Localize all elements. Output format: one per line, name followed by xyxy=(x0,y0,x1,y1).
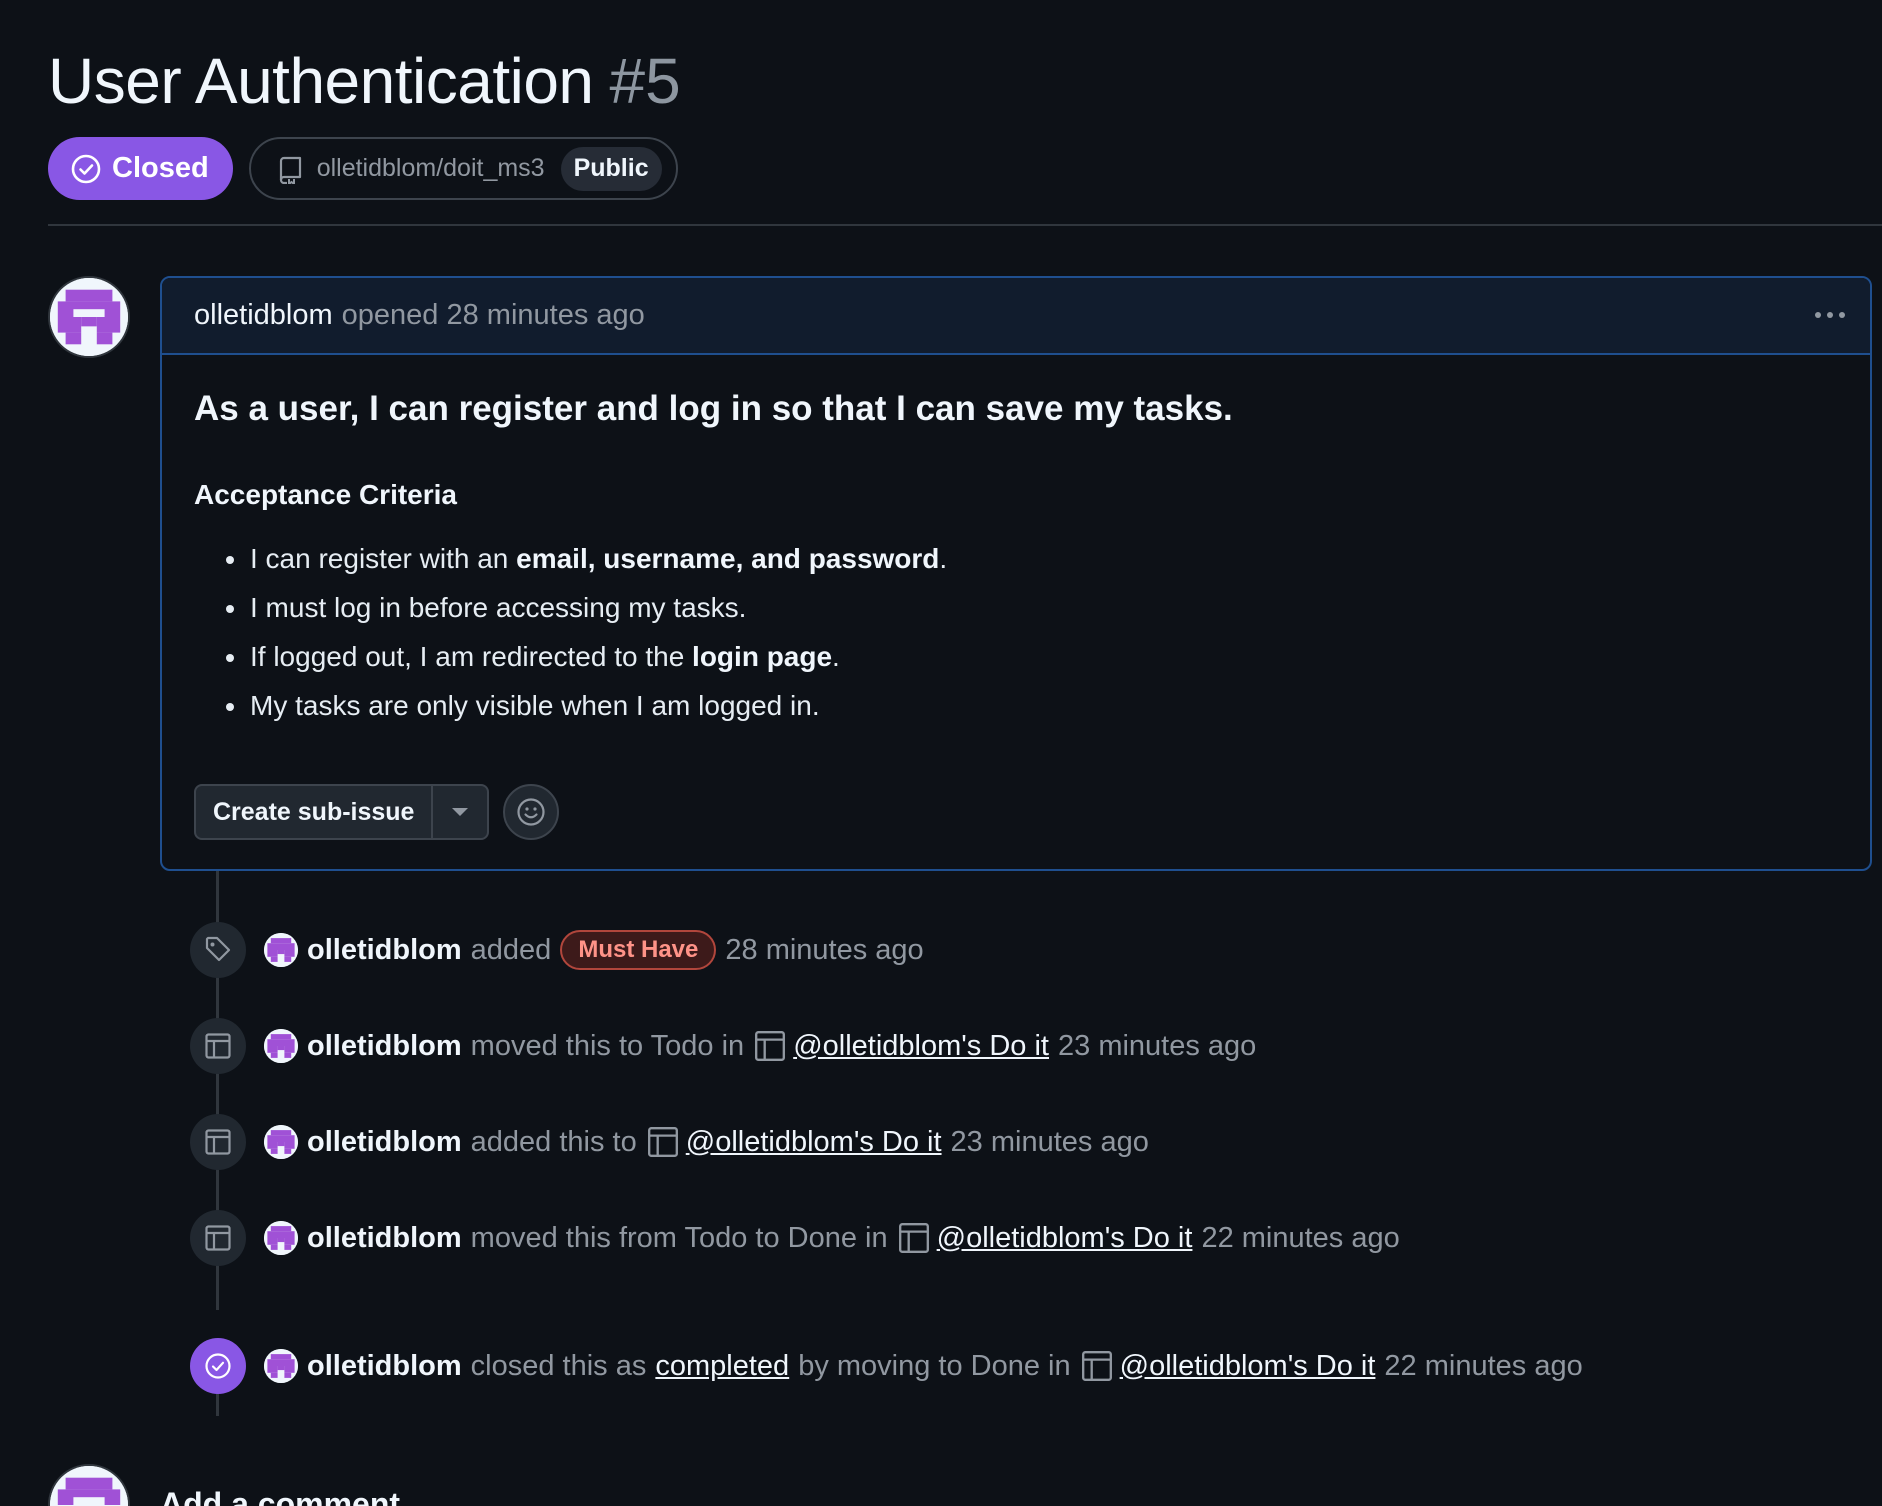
state-badge: Closed xyxy=(48,137,233,200)
completed-link[interactable]: completed xyxy=(655,1350,789,1383)
avatar[interactable] xyxy=(264,1125,298,1159)
avatar[interactable] xyxy=(264,1221,298,1255)
project-icon xyxy=(190,1114,246,1170)
list-item: I can register with an email, username, … xyxy=(194,534,1838,583)
more-options-icon[interactable] xyxy=(1810,300,1850,330)
identicon-icon xyxy=(50,1466,128,1506)
timeline-event-label: olletidblom added Must Have 28 minutes a… xyxy=(190,922,924,978)
avatar[interactable] xyxy=(264,1029,298,1063)
avatar[interactable] xyxy=(48,276,130,358)
criteria-heading: Acceptance Criteria xyxy=(194,479,458,510)
smiley-icon xyxy=(517,798,546,826)
project-link[interactable]: @olletidblom's Do it xyxy=(793,1030,1049,1063)
identicon-icon xyxy=(50,278,128,356)
event-time[interactable]: 22 minutes ago xyxy=(1201,1222,1399,1255)
check-circle-icon xyxy=(71,154,101,183)
header-divider xyxy=(48,224,1882,226)
timeline-event-project: olletidblom added this to @olletidblom's… xyxy=(190,1114,1149,1170)
timeline-event-project: olletidblom moved this to Todo in @ollet… xyxy=(190,1018,1256,1074)
event-time[interactable]: 22 minutes ago xyxy=(1384,1350,1582,1383)
event-author[interactable]: olletidblom xyxy=(307,1126,462,1159)
issue-description-comment: olletidblom opened 28 minutes ago As a u… xyxy=(160,276,1872,871)
list-item: If logged out, I am redirected to the lo… xyxy=(194,632,1838,681)
event-text: moved this from Todo to Done in xyxy=(470,1221,888,1254)
add-reaction-button[interactable] xyxy=(503,784,560,840)
project-icon xyxy=(898,1223,929,1253)
avatar[interactable] xyxy=(264,933,298,967)
event-author[interactable]: olletidblom xyxy=(307,1350,462,1383)
project-icon xyxy=(190,1018,246,1074)
issue-title: User Authentication xyxy=(48,45,594,117)
issue-number: #5 xyxy=(609,45,681,117)
event-time[interactable]: 28 minutes ago xyxy=(725,934,923,967)
repo-icon xyxy=(279,156,301,184)
tag-icon xyxy=(190,922,246,978)
comment-author[interactable]: olletidblom xyxy=(194,299,333,332)
story-heading: As a user, I can register and log in so … xyxy=(194,389,1233,428)
issue-page: User Authentication #5 Closed olletidblo… xyxy=(0,0,1882,1506)
event-text: moved this to Todo in xyxy=(470,1029,745,1062)
event-time[interactable]: 23 minutes ago xyxy=(1058,1030,1256,1063)
create-sub-issue-split-button: Create sub-issue xyxy=(194,784,490,840)
list-item: My tasks are only visible when I am logg… xyxy=(194,681,1838,730)
event-author[interactable]: olletidblom xyxy=(307,1222,462,1255)
event-text: by moving to Done in xyxy=(798,1349,1071,1382)
visibility-badge: Public xyxy=(560,146,662,191)
issue-header: User Authentication #5 xyxy=(48,44,681,118)
project-link[interactable]: @olletidblom's Do it xyxy=(937,1222,1193,1255)
add-comment-heading: Add a comment xyxy=(160,1486,401,1506)
event-time[interactable]: 23 minutes ago xyxy=(951,1126,1149,1159)
project-icon xyxy=(1081,1351,1112,1381)
timeline-event-closed: olletidblom closed this as completed by … xyxy=(190,1338,1583,1394)
project-icon xyxy=(190,1210,246,1266)
avatar xyxy=(48,1464,130,1506)
chevron-down-icon[interactable] xyxy=(433,786,487,838)
event-text: closed this as xyxy=(470,1349,647,1382)
criteria-list: I can register with an email, username, … xyxy=(194,534,1838,730)
avatar[interactable] xyxy=(264,1349,298,1383)
project-link[interactable]: @olletidblom's Do it xyxy=(1120,1350,1376,1383)
create-sub-issue-button[interactable]: Create sub-issue xyxy=(196,786,434,838)
project-link[interactable]: @olletidblom's Do it xyxy=(686,1126,942,1159)
event-author[interactable]: olletidblom xyxy=(307,934,462,967)
label-badge[interactable]: Must Have xyxy=(560,930,717,970)
list-item: I must log in before accessing my tasks. xyxy=(194,583,1838,632)
comment-action: opened 28 minutes ago xyxy=(341,299,645,331)
event-text: added this to xyxy=(470,1125,637,1158)
project-icon xyxy=(647,1127,678,1157)
check-circle-icon xyxy=(190,1338,246,1394)
timeline-event-project: olletidblom moved this from Todo to Done… xyxy=(190,1210,1400,1266)
event-text: added xyxy=(470,933,552,966)
state-label: Closed xyxy=(112,152,209,184)
comment-body: As a user, I can register and log in so … xyxy=(162,355,1870,730)
project-icon xyxy=(755,1031,786,1061)
repo-link[interactable]: olletidblom/doit_ms3 Public xyxy=(248,137,678,200)
repo-name: olletidblom/doit_ms3 xyxy=(316,154,545,182)
issue-meta: Closed olletidblom/doit_ms3 Public xyxy=(48,137,678,200)
comment-actions: Create sub-issue xyxy=(194,784,560,840)
event-author[interactable]: olletidblom xyxy=(307,1030,462,1063)
comment-header: olletidblom opened 28 minutes ago xyxy=(162,278,1870,355)
